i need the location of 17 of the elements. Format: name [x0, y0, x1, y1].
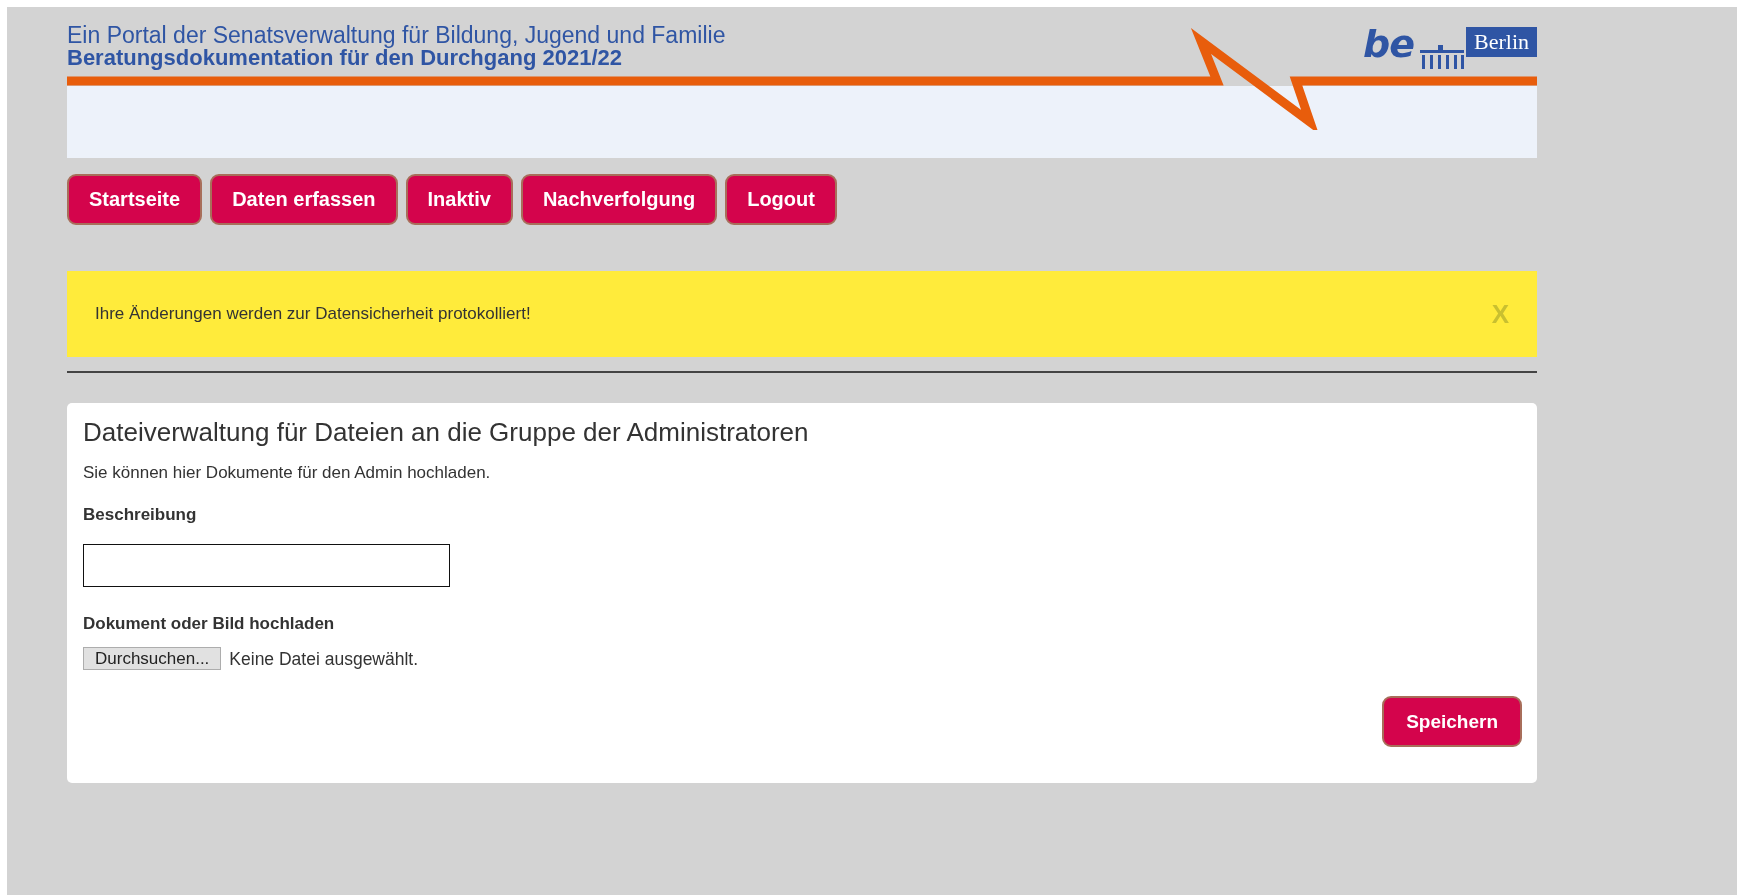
file-status: Keine Datei ausgewählt. [229, 647, 419, 671]
save-button[interactable]: Speichern [1382, 696, 1522, 747]
intro-text: Sie können hier Dokumente für den Admin hochladen. [83, 462, 492, 485]
field-label: Dokument oder Bild hochladen [83, 613, 336, 636]
notice-text: Ihre Änderungen werden zur Datensicherheit protokolliert! [95, 303, 531, 326]
nav-button[interactable]: Startseite [67, 174, 203, 225]
logo-city: Berlin [1466, 27, 1537, 57]
nav-button[interactable]: Daten erfassen [210, 174, 398, 225]
nav-button[interactable]: Nachverfolgung [520, 174, 718, 225]
text-field[interactable] [83, 544, 450, 588]
nav-button[interactable]: Inaktiv [405, 174, 513, 225]
gate-icon [1418, 45, 1466, 69]
card-title: Dateiverwaltung für Dateien an die Gruppe der Administratoren [83, 417, 810, 449]
browse-button[interactable]: Durchsuchen... [83, 647, 222, 671]
nav-button[interactable]: Logout [725, 174, 837, 225]
field-label: Beschreibung [83, 503, 198, 526]
logo-mark: be [1363, 27, 1414, 61]
